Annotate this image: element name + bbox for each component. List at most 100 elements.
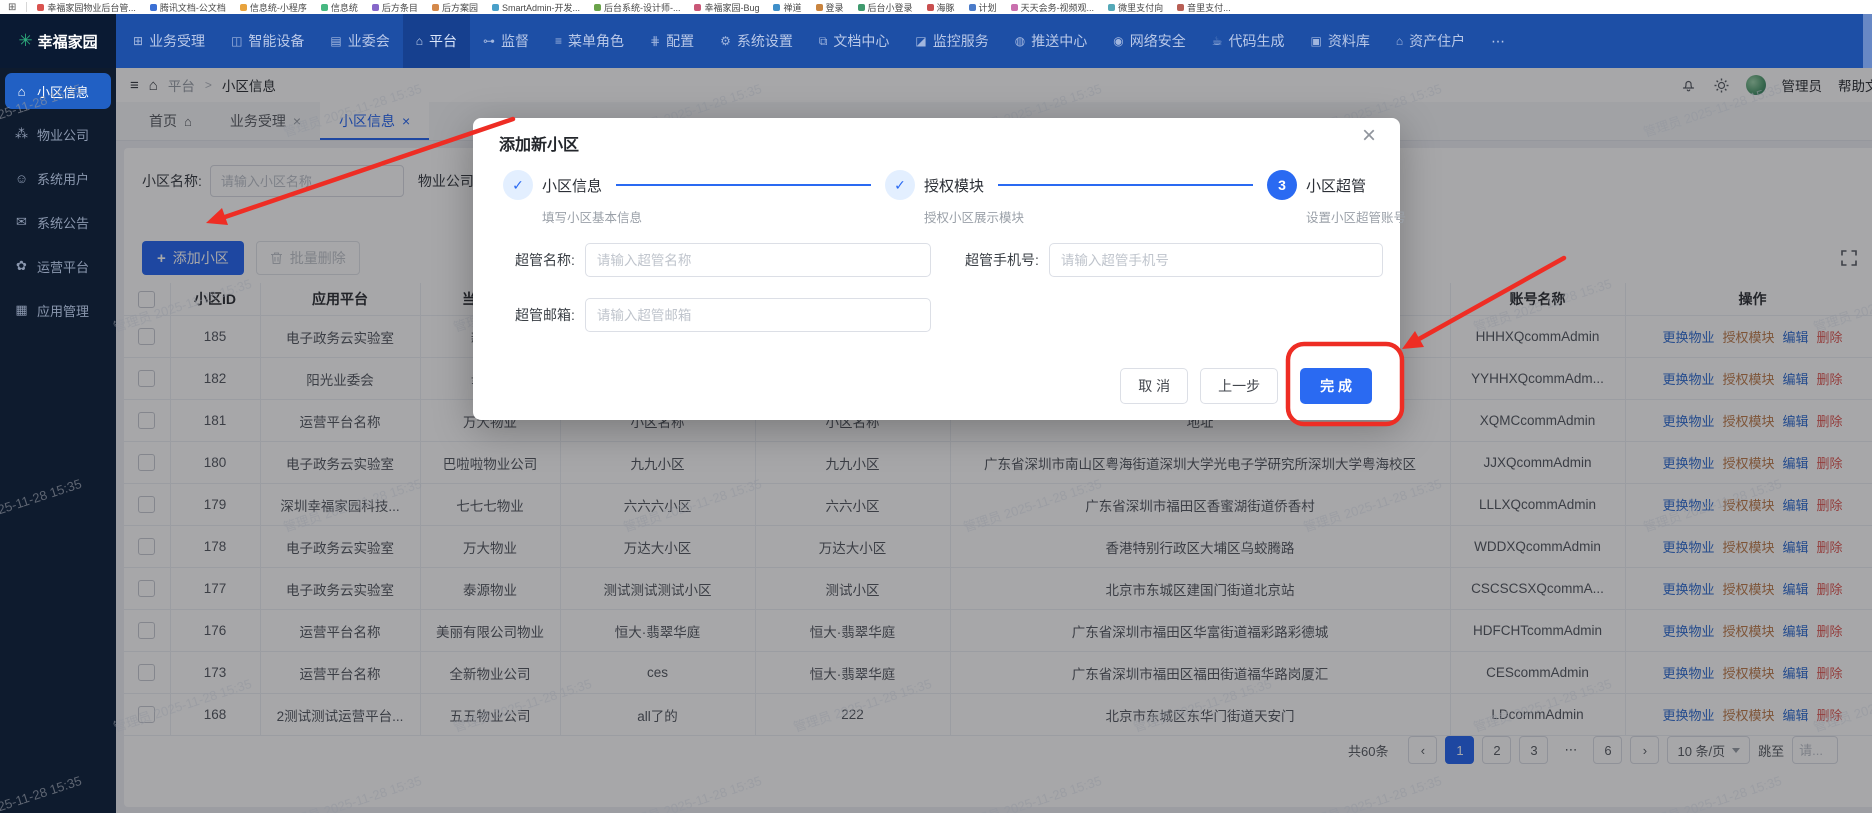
sidebar-item-系统用户[interactable]: ☺ 系统用户 <box>0 156 116 200</box>
admin-name-label: 超管名称: <box>515 252 575 268</box>
nav-label: 资产住户 <box>1409 33 1466 49</box>
bookmark-item[interactable]: 信息统-小程序 <box>239 1 307 14</box>
header-nav-平台[interactable]: ⌂ 平台 <box>402 14 470 68</box>
header-nav-业委会[interactable]: ▤ 业委会 <box>317 14 402 68</box>
nav-label: 业委会 <box>347 33 390 49</box>
bookmark-item[interactable]: 幸福家园物业后台管... <box>37 1 136 14</box>
app-logo[interactable]: ✳ 幸福家园 <box>0 14 116 68</box>
close-icon[interactable]: × <box>1362 124 1376 148</box>
bookmark-label: 登录 <box>825 2 844 13</box>
bookmark-item[interactable]: 腾讯文档-公文档 <box>149 1 226 14</box>
bookmark-label: 腾讯文档-公文档 <box>159 2 226 13</box>
bookmark-label: 后方条目 <box>381 2 418 13</box>
sidebar-item-小区信息[interactable]: ⌂ 小区信息 <box>5 73 111 109</box>
bookmark-item[interactable]: 信息统 <box>320 1 358 14</box>
step-label: 授权模块 <box>924 177 985 195</box>
header-nav-菜单角色[interactable]: ≡ 菜单角色 <box>542 14 637 68</box>
step-connector <box>616 184 871 186</box>
finish-button[interactable]: 完 成 <box>1300 368 1372 404</box>
bookmark-item[interactable]: 天天会务-视频观... <box>1010 1 1095 14</box>
favicon <box>491 3 499 11</box>
header-nav-业务受理[interactable]: ⊞ 业务受理 <box>120 14 218 68</box>
sidebar-label: 应用管理 <box>37 303 90 319</box>
sidebar-icon: ▦ <box>15 302 28 317</box>
header-nav-推送中心[interactable]: ◍ 推送中心 <box>1002 14 1100 68</box>
header-nav-文档中心[interactable]: ⧉ 文档中心 <box>806 14 903 68</box>
header-nav-more[interactable]: ⋯ <box>1478 14 1518 68</box>
sidebar-item-运营平台[interactable]: ✿ 运营平台 <box>0 244 116 288</box>
apps-grid-icon[interactable]: ⊞ <box>8 2 16 13</box>
step-label: 小区信息 <box>542 177 603 195</box>
bookmark-item[interactable]: 登录 <box>815 1 844 14</box>
modal-stepper: ✓ 小区信息 填写小区基本信息 ✓ 授权模块 授权小区展示模块 3 小区超管 设置小区超管账号 <box>503 170 1406 225</box>
bookmark-item[interactable]: 禅道 <box>773 1 802 14</box>
header-nav-资料库[interactable]: ▣ 资料库 <box>1298 14 1383 68</box>
favicon <box>320 3 328 11</box>
bookmark-item[interactable]: 音里支付... <box>1177 1 1231 14</box>
bookmark-item[interactable]: 幸福家园-Bug <box>694 1 759 14</box>
favicon <box>815 3 823 11</box>
header-nav-监督[interactable]: ⊶ 监督 <box>470 14 542 68</box>
sidebar-item-系统公告[interactable]: ✉ 系统公告 <box>0 200 116 244</box>
step-connector <box>998 184 1253 186</box>
favicon <box>1010 3 1018 11</box>
sidebar-icon: ☺ <box>14 170 29 186</box>
favicon <box>149 3 157 11</box>
nav-icon: ▣ <box>1310 34 1322 48</box>
favicon <box>1108 3 1116 11</box>
sidebar-item-物业公司[interactable]: ⁂ 物业公司 <box>0 112 116 156</box>
admin-email-input[interactable] <box>584 298 931 332</box>
step-label: 小区超管 <box>1306 177 1367 195</box>
previous-step-button[interactable]: 上一步 <box>1200 368 1279 404</box>
sidebar-icon: ✉ <box>16 214 27 229</box>
bookmark-item[interactable]: 后方条目 <box>371 1 418 14</box>
step-授权模块: ✓ 授权模块授权小区展示模块 <box>885 170 1024 225</box>
nav-icon: ⋕ <box>650 34 661 48</box>
nav-icon: ⌂ <box>415 34 423 48</box>
admin-email-label: 超管邮箱: <box>515 307 575 323</box>
sidebar-item-应用管理[interactable]: ▦ 应用管理 <box>0 288 116 332</box>
scrollbar-thumb[interactable] <box>1863 14 1872 68</box>
bookmark-item[interactable]: 微里支付向 <box>1108 1 1163 14</box>
header-nav-监控服务[interactable]: ◪ 监控服务 <box>902 14 1001 68</box>
bookmark-label: 音里支付... <box>1187 2 1231 13</box>
header-nav-网络安全[interactable]: ◉ 网络安全 <box>1100 14 1198 68</box>
header-nav-智能设备[interactable]: ◫ 智能设备 <box>218 14 317 68</box>
admin-phone-input[interactable] <box>1048 243 1383 277</box>
nav-icon: ⊶ <box>483 34 495 48</box>
nav-label: 系统设置 <box>736 33 793 49</box>
cancel-button[interactable]: 取 消 <box>1120 368 1189 404</box>
step-indicator: ✓ <box>503 170 533 200</box>
nav-icon: ◉ <box>1113 34 1124 48</box>
favicon <box>371 3 379 11</box>
favicon <box>593 3 601 11</box>
bookmarks-list: 幸福家园物业后台管... 腾讯文档-公文档 信息统-小程序 信息统 后方条目 后方案园 Sm… <box>37 1 1231 14</box>
nav-label: 文档中心 <box>833 33 890 49</box>
nav-icon: ▤ <box>330 34 342 48</box>
header-nav-资产住户[interactable]: ⌂ 资产住户 <box>1383 14 1478 68</box>
step-小区信息: ✓ 小区信息 填写小区基本信息 <box>503 170 642 225</box>
bookmark-item[interactable]: 计划 <box>968 1 997 14</box>
step-indicator: 3 <box>1267 170 1297 200</box>
admin-name-input[interactable] <box>584 243 931 277</box>
add-community-modal: 添加新小区 × ✓ 小区信息 填写小区基本信息 ✓ 授权模块 授权小区展示模块 3 小区超管设… <box>473 118 1406 420</box>
favicon <box>857 3 865 11</box>
bookmark-item[interactable]: 后方案园 <box>431 1 478 14</box>
bookmark-label: 天天会务-视频观... <box>1020 2 1095 13</box>
step-indicator: ✓ <box>885 170 915 200</box>
bookmark-item[interactable]: 后台小登录 <box>857 1 913 14</box>
bookmark-item[interactable]: 海豚 <box>926 1 955 14</box>
header-nav-代码生成[interactable]: ☕ 代码生成 <box>1199 14 1298 68</box>
bookmark-item[interactable]: SmartAdmin-开发... <box>491 1 580 14</box>
step-description: 设置小区超管账号 <box>1306 211 1407 225</box>
admin-phone-label: 超管手机号: <box>965 252 1039 268</box>
nav-icon: ☕ <box>1211 34 1223 48</box>
sidebar-icon: ⌂ <box>17 83 26 99</box>
browser-window: ⊞ 幸福家园物业后台管... 腾讯文档-公文档 信息统-小程序 信息统 后方条目 后方案园… <box>0 0 1872 813</box>
step-description: 授权小区展示模块 <box>924 211 1025 225</box>
header-nav-配置[interactable]: ⋕ 配置 <box>637 14 707 68</box>
bookmark-item[interactable]: 后台系统-设计师-... <box>593 1 680 14</box>
header-nav-系统设置[interactable]: ⚙ 系统设置 <box>707 14 806 68</box>
bookmark-label: 后台小登录 <box>867 2 913 13</box>
nav-label: 监督 <box>501 33 529 49</box>
